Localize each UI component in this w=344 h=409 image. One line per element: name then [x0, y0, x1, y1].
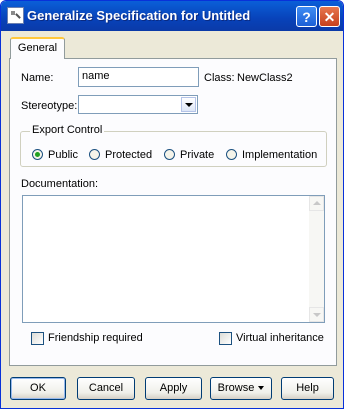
documentation-label: Documentation:: [21, 178, 99, 190]
radio-implementation[interactable]: [226, 149, 237, 160]
radio-public[interactable]: [32, 149, 43, 160]
friendship-checkbox[interactable]: [31, 332, 44, 345]
scroll-down-icon[interactable]: [309, 307, 324, 322]
chevron-down-icon[interactable]: [181, 97, 196, 112]
name-field[interactable]: name: [78, 67, 199, 87]
friendship-label[interactable]: Friendship required: [48, 332, 143, 344]
apply-button[interactable]: Apply: [145, 377, 202, 400]
name-label: Name:: [21, 72, 54, 84]
radio-implementation-label[interactable]: Implementation: [242, 149, 317, 161]
help-button[interactable]: Help: [281, 377, 334, 400]
class-value: NewClass2: [237, 72, 293, 84]
stereotype-dropdown[interactable]: [78, 95, 198, 114]
help-icon[interactable]: ?: [296, 6, 317, 27]
window-title: Generalize Specification for Untitled: [27, 8, 251, 23]
close-icon[interactable]: ✕: [319, 6, 340, 27]
title-bar[interactable]: Generalize Specification for Untitled ? …: [1, 1, 343, 31]
dialog-window: Generalize Specification for Untitled ? …: [0, 0, 344, 409]
virtual-inheritance-label[interactable]: Virtual inheritance: [236, 332, 324, 344]
scroll-up-icon[interactable]: [309, 196, 324, 211]
documentation-scrollbar[interactable]: [309, 196, 324, 322]
class-label: Class:: [204, 72, 235, 84]
dropdown-arrow-icon: [258, 386, 265, 391]
export-control-title: Export Control: [30, 124, 105, 136]
ok-button[interactable]: OK: [10, 377, 66, 400]
virtual-inheritance-checkbox[interactable]: [219, 332, 232, 345]
radio-private-label[interactable]: Private: [180, 149, 214, 161]
documentation-textarea[interactable]: [22, 195, 325, 323]
tab-general[interactable]: General: [10, 37, 65, 59]
pencil-icon: [7, 7, 24, 24]
radio-protected[interactable]: [89, 149, 100, 160]
radio-private[interactable]: [164, 149, 175, 160]
radio-protected-label[interactable]: Protected: [105, 149, 152, 161]
browse-button[interactable]: Browse: [210, 377, 272, 400]
cancel-button[interactable]: Cancel: [77, 377, 135, 400]
stereotype-label: Stereotype:: [21, 100, 78, 112]
browse-button-label: Browse: [217, 382, 255, 394]
radio-public-label[interactable]: Public: [48, 149, 78, 161]
